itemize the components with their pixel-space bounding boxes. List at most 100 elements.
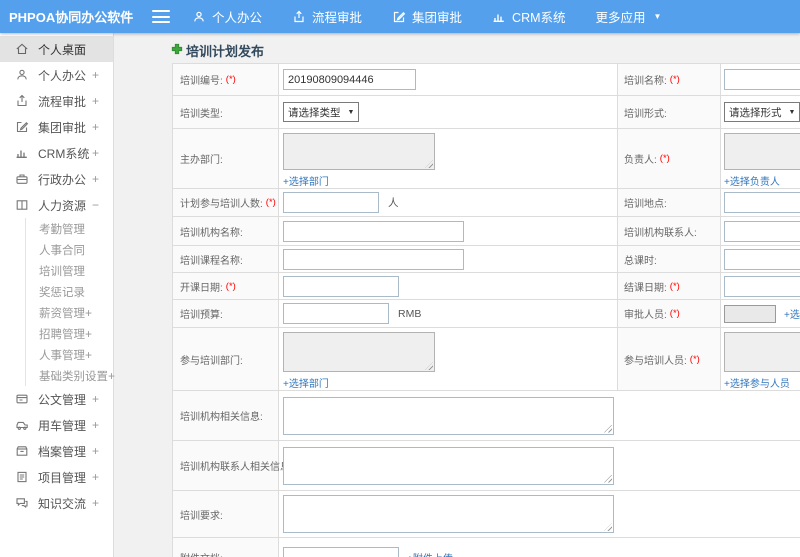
edit-icon [392,10,406,24]
select-leader-link[interactable]: +选择负责人 [724,173,780,188]
resize-handle[interactable] [604,523,612,531]
training-form-select[interactable]: 请选择形式 ▼ [724,102,800,122]
requirement-textarea[interactable] [283,495,614,533]
resize-handle[interactable] [425,362,433,370]
host-dept-textarea[interactable] [283,133,435,170]
expand-plus-icon[interactable]: + [92,146,99,160]
collapse-minus-icon[interactable]: − [92,198,99,212]
topmenu-workflow-approval[interactable]: 流程审批 [292,7,362,26]
form-row-attachment: 附件文档: +附件上传 [173,538,800,557]
leader-textarea[interactable] [724,133,800,170]
expand-plus-icon[interactable]: + [92,172,99,186]
expand-plus-icon[interactable]: + [92,470,99,484]
sidebar-subitem-training-management[interactable]: 培训管理 [26,260,113,281]
sidebar-item-personal-desktop[interactable]: 个人桌面 [0,36,113,62]
expand-plus-icon[interactable]: + [85,306,92,320]
approver-readonly-box[interactable] [724,304,776,323]
expand-plus-icon[interactable]: + [92,68,99,82]
sidebar-subitem-reward-punishment[interactable]: 奖惩记录 [26,281,113,302]
field-label: 开课日期: [180,282,223,294]
field-label: 培训地点: [624,199,667,210]
training-name-input[interactable] [724,69,800,90]
course-name-input[interactable] [283,248,464,270]
field-label: 总课时: [624,255,657,267]
resize-handle[interactable] [425,160,433,168]
org-contact-info-textarea[interactable] [283,446,614,485]
end-date-input[interactable] [724,275,800,297]
topmenu-more-apps[interactable]: 更多应用 ▼ [596,7,662,26]
form-row-host-dept: 主办部门: +选择部门 负责人: (*) +选择负责人 [173,129,800,189]
expand-plus-icon[interactable]: + [108,369,115,383]
org-name-input[interactable] [283,220,464,242]
expand-plus-icon[interactable]: + [92,418,99,432]
select-department-link[interactable]: +选择部门 [283,173,329,188]
sidebar-subitem-hr-contract[interactable]: 人事合同 [26,239,113,260]
expand-plus-icon[interactable]: + [92,444,99,458]
chat-icon [15,496,29,510]
planned-count-input[interactable] [283,192,379,213]
chart-icon [15,146,29,160]
field-label: 附件文档: [180,550,223,557]
page-title: 培训计划发布 [171,41,264,60]
training-type-select[interactable]: 请选择类型 ▼ [283,102,360,122]
resize-handle[interactable] [604,474,612,483]
sidebar-item-admin-office[interactable]: 行政办公 + [0,166,113,192]
field-label: 主办部门: [180,155,223,166]
topmenu-personal-office[interactable]: 个人办公 [192,7,262,26]
app-logo-title: PHPOA协同办公软件 [9,10,134,25]
expand-plus-icon[interactable]: + [92,120,99,134]
org-contact-input[interactable] [724,220,800,242]
sidebar-item-group-approval[interactable]: 集团审批 + [0,114,113,140]
sidebar-item-personal-office[interactable]: 个人办公 + [0,62,113,88]
top-menu: 个人办公 流程审批 集团审批 CRM系统 更多应用 ▼ [192,7,661,26]
select-approver-link[interactable]: +选择审批人员 [784,306,800,321]
select-participants-link[interactable]: +选择参与人员 [724,375,790,390]
expand-plus-icon[interactable]: + [92,392,99,406]
select-department-link[interactable]: +选择部门 [283,375,329,390]
sidebar-item-knowledge-exchange[interactable]: 知识交流 + [0,490,113,516]
total-hours-input[interactable] [724,248,800,270]
form-row-training-type: 培训类型: 请选择类型 ▼ 培训形式: 请选择形式 ▼ [173,96,800,129]
join-people-textarea[interactable] [724,332,800,372]
expand-plus-icon[interactable]: + [85,327,92,341]
field-label: 结课日期: [624,282,667,294]
expand-plus-icon[interactable]: + [92,496,99,510]
book-icon [15,198,29,212]
topmenu-crm-system[interactable]: CRM系统 [492,7,566,26]
form-row-org-info: 培训机构相关信息: [173,391,800,441]
form-row-org-contact-info: 培训机构联系人相关信息: [173,441,800,491]
org-info-textarea[interactable] [283,396,614,435]
join-dept-textarea[interactable] [283,332,435,372]
home-icon [15,42,29,56]
sidebar-item-project-management[interactable]: 项目管理 + [0,464,113,490]
user-icon [15,68,29,82]
hamburger-menu-icon[interactable] [152,10,170,23]
sidebar-subitem-base-category[interactable]: 基础类别设置 + [26,365,115,386]
sidebar-item-workflow-approval[interactable]: 流程审批 + [0,88,113,114]
form-row-planned-count: 计划参与培训人数: (*) 人 培训地点: [173,189,800,217]
flow-icon [15,94,29,108]
sidebar-item-archive-management[interactable]: 档案管理 + [0,438,113,464]
sidebar-item-crm-system[interactable]: CRM系统 + [0,140,113,166]
attachment-input[interactable] [283,547,399,557]
resize-handle[interactable] [604,424,612,433]
location-input[interactable] [724,192,800,213]
start-date-input[interactable] [283,275,399,297]
sidebar-subitem-attendance[interactable]: 考勤管理 [26,218,113,239]
budget-input[interactable] [283,303,389,324]
expand-plus-icon[interactable]: + [92,94,99,108]
field-label: 计划参与培训人数: [180,199,263,210]
expand-plus-icon[interactable]: + [85,348,92,362]
training-no-input[interactable] [283,69,416,90]
sidebar-subitem-recruitment[interactable]: 招聘管理 + [26,323,113,344]
topmenu-group-approval[interactable]: 集团审批 [392,7,462,26]
sidebar-subitem-personnel[interactable]: 人事管理 + [26,344,113,365]
sidebar-item-human-resources[interactable]: 人力资源 − [0,192,113,218]
field-label: 培训机构联系人: [624,227,697,239]
sidebar-subitem-salary-management[interactable]: 薪资管理 + [26,302,113,323]
sidebar-item-official-document[interactable]: 公文管理 + [0,386,113,412]
sidebar-item-vehicle-management[interactable]: 用车管理 + [0,412,113,438]
main-content: 培训计划发布 培训编号:(*) 培训名称:(*) 培训类型: 请选择类型▼ 培训… [114,33,800,557]
chart-icon [492,10,506,24]
attachment-upload-link[interactable]: +附件上传 [407,550,453,557]
